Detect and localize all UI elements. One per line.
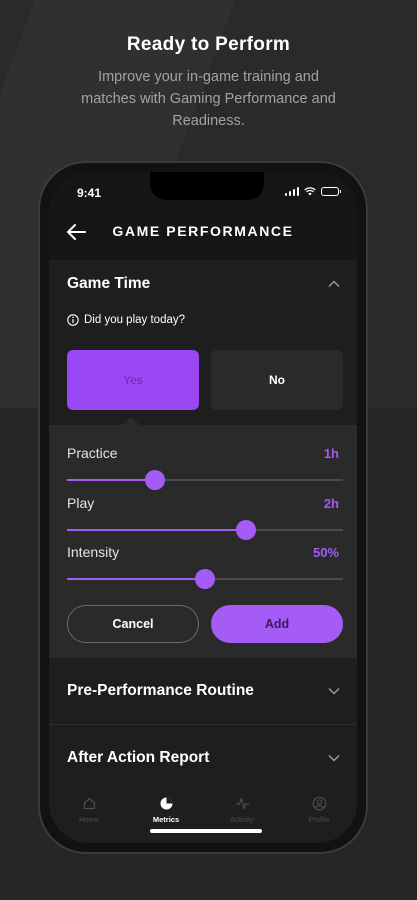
status-bar: 9:41 <box>49 172 357 210</box>
promo-title: Ready to Perform <box>126 34 291 55</box>
chevron-up-icon[interactable] <box>327 277 341 291</box>
promo-header: Ready to Perform Improve your in-game tr… <box>0 34 417 132</box>
chevron-down-icon[interactable] <box>327 751 341 765</box>
game-time-section: Game Time Did you play today? Yes No <box>49 260 357 425</box>
practice-slider-fill <box>67 479 156 481</box>
intensity-label: Intensity <box>67 544 120 560</box>
status-icons <box>284 187 341 196</box>
intensity-slider-thumb[interactable] <box>195 569 215 589</box>
tab-home[interactable]: Home <box>59 796 119 824</box>
chevron-down-icon[interactable] <box>327 684 341 698</box>
metrics-icon <box>160 797 172 810</box>
notch <box>150 172 264 200</box>
after-action-report-section[interactable]: After Action Report <box>49 725 357 791</box>
yes-option[interactable]: Yes <box>67 350 199 410</box>
wifi-icon <box>304 187 316 196</box>
phone-frame: 9:41 GAME PERFORMANCE Game Time Did you … <box>38 161 368 854</box>
tab-activity-label: Activity <box>230 815 254 824</box>
pre-performance-routine-title: Pre-Performance Routine <box>67 682 254 699</box>
play-label: Play <box>67 495 95 511</box>
selection-pointer <box>122 417 140 425</box>
practice-slider-thumb[interactable] <box>145 470 166 490</box>
tab-home-label: Home <box>78 815 99 824</box>
play-value: 2h <box>323 496 339 511</box>
game-time-title[interactable]: Game Time <box>67 275 150 293</box>
tab-metrics[interactable]: Metrics <box>136 796 196 824</box>
intensity-slider-fill <box>67 578 205 580</box>
play-slider-thumb[interactable] <box>236 520 257 540</box>
bottom-tab-bar: Home Metrics Activity Profile <box>49 789 357 843</box>
page-title: GAME PERFORMANCE <box>112 223 294 239</box>
tab-profile-label: Profile <box>308 815 330 824</box>
status-time: 9:41 <box>77 186 102 200</box>
intensity-value: 50% <box>312 545 339 560</box>
no-option[interactable]: No <box>211 350 343 410</box>
practice-label: Practice <box>67 445 118 461</box>
cancel-button[interactable]: Cancel <box>67 605 199 643</box>
after-action-report-title: After Action Report <box>67 749 210 766</box>
profile-icon <box>312 796 326 811</box>
top-app-bar: GAME PERFORMANCE <box>49 212 357 252</box>
tab-profile[interactable]: Profile <box>289 796 349 824</box>
play-slider[interactable] <box>67 520 343 540</box>
play-slider-fill <box>67 529 247 531</box>
home-indicator[interactable] <box>150 829 262 833</box>
practice-slider[interactable] <box>67 470 343 490</box>
tab-activity[interactable]: Activity <box>212 796 272 824</box>
add-button[interactable]: Add <box>211 605 343 643</box>
intensity-slider[interactable] <box>67 569 343 589</box>
practice-value: 1h <box>323 446 339 461</box>
battery-icon <box>321 187 341 196</box>
question-row: Did you play today? <box>67 314 185 326</box>
tab-metrics-label: Metrics <box>152 815 180 824</box>
info-icon <box>67 314 79 326</box>
promo-subtitle: Improve your in-game training and matche… <box>81 69 336 129</box>
pre-performance-routine-section[interactable]: Pre-Performance Routine <box>49 658 357 724</box>
time-sliders-panel: Practice 1h Play 2h Intensity 50% Cancel… <box>49 425 357 658</box>
cellular-signal-icon <box>284 187 299 196</box>
activity-icon <box>235 797 249 810</box>
app-screen: 9:41 GAME PERFORMANCE Game Time Did you … <box>49 172 357 843</box>
question-text: Did you play today? <box>84 314 186 326</box>
home-icon <box>83 797 95 810</box>
